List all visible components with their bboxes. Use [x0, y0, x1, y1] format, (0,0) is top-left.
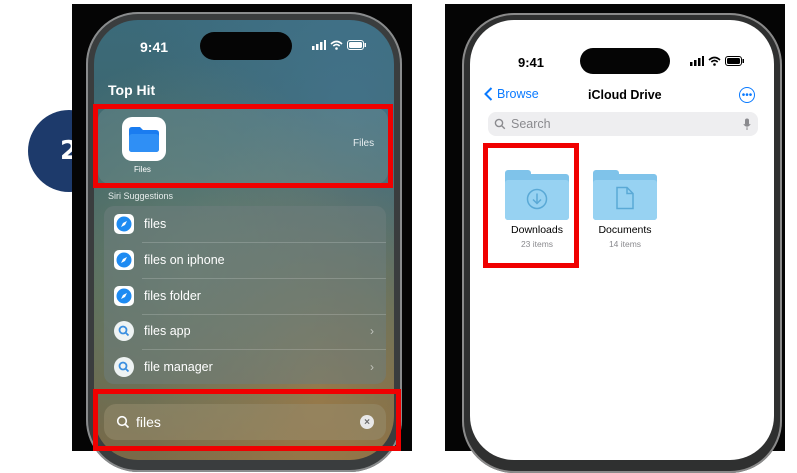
divider	[142, 349, 386, 350]
suggestion-label: files folder	[144, 289, 201, 303]
highlight-downloads-folder	[483, 143, 579, 268]
battery-icon	[347, 40, 366, 50]
search-icon	[114, 357, 134, 377]
more-options-icon[interactable]: •••	[739, 87, 755, 103]
suggestion-label: files on iphone	[144, 253, 225, 267]
highlight-top-hit	[93, 104, 393, 188]
safari-icon	[114, 250, 134, 270]
search-icon	[114, 321, 134, 341]
safari-icon	[114, 214, 134, 234]
wifi-icon	[708, 56, 721, 66]
signal-icon	[312, 40, 326, 50]
status-icons	[690, 56, 745, 66]
dynamic-island	[200, 32, 292, 60]
document-icon	[616, 186, 634, 210]
suggestion-row-files-folder[interactable]: files folder	[104, 282, 386, 310]
divider	[142, 278, 386, 279]
status-time: 9:41	[518, 55, 545, 70]
divider	[142, 242, 386, 243]
highlight-search-field	[93, 389, 401, 451]
search-placeholder: Search	[511, 117, 551, 131]
suggestion-row-files[interactable]: files	[104, 210, 386, 238]
dynamic-island	[580, 48, 670, 74]
back-button[interactable]: Browse	[484, 87, 539, 101]
suggestion-label: files	[144, 217, 167, 231]
safari-icon	[114, 286, 134, 306]
chevron-right-icon: ›	[370, 360, 374, 374]
search-field[interactable]: Search	[488, 112, 758, 136]
chevron-right-icon: ›	[370, 324, 374, 338]
suggestion-label: files app	[144, 324, 191, 338]
top-hit-heading: Top Hit	[108, 82, 156, 98]
microphone-icon[interactable]	[743, 118, 751, 131]
page-title: iCloud Drive	[588, 88, 662, 102]
suggestion-row-files-on-iphone[interactable]: files on iphone	[104, 246, 386, 274]
status-icons	[312, 40, 367, 50]
divider	[142, 314, 386, 315]
chevron-left-icon	[484, 87, 493, 101]
signal-icon	[690, 56, 704, 66]
siri-suggestions-heading: Siri Suggestions	[108, 191, 174, 201]
search-icon	[494, 118, 506, 130]
back-label: Browse	[497, 87, 539, 101]
status-time: 9:41	[140, 39, 169, 55]
wifi-icon	[330, 40, 343, 50]
battery-icon	[725, 56, 744, 66]
suggestion-label: file manager	[144, 360, 213, 374]
folder-item-count: 14 items	[608, 239, 642, 249]
suggestion-row-files-app[interactable]: files app ›	[104, 317, 386, 345]
documents-folder[interactable]	[593, 168, 657, 220]
suggestion-row-file-manager[interactable]: file manager ›	[104, 353, 386, 381]
folder-name: Documents	[598, 224, 652, 236]
